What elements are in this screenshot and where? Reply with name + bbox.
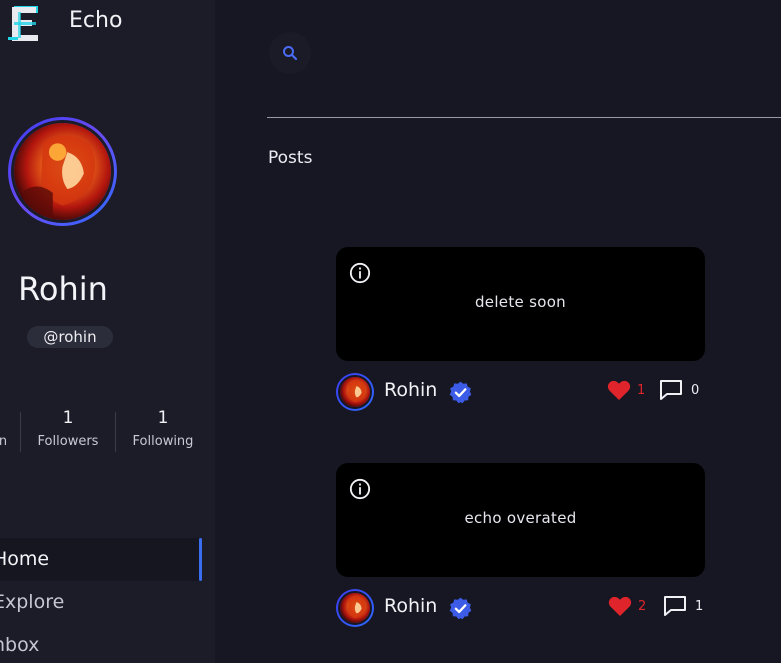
verified-badge-icon: [449, 597, 472, 620]
stat-following-value: 1: [157, 408, 169, 428]
echo-logo-icon[interactable]: [8, 4, 48, 44]
post-card[interactable]: delete soon: [336, 247, 705, 361]
stat-followers[interactable]: 1 Followers: [28, 408, 108, 449]
stat-posts[interactable]: n: [0, 408, 10, 449]
stat-followers-label: Followers: [37, 434, 99, 449]
like-button[interactable]: 1: [607, 379, 645, 401]
app-title: Echo: [69, 8, 123, 33]
profile-avatar[interactable]: [8, 117, 117, 226]
stat-posts-value: [0, 408, 10, 428]
stats-divider: [115, 412, 116, 452]
nav-item-label: Explore: [0, 591, 65, 613]
post-author[interactable]: Rohin: [384, 379, 437, 401]
verified-badge-icon: [449, 381, 472, 404]
info-icon[interactable]: [349, 262, 371, 284]
like-count: 1: [637, 382, 646, 398]
nav-item-inbox[interactable]: nbox: [0, 624, 215, 663]
nav-item-explore[interactable]: Explore: [0, 581, 215, 624]
author-avatar[interactable]: [336, 373, 374, 411]
post-item: echo overated Rohin 2 1: [336, 463, 705, 631]
stat-following-label: Following: [132, 434, 194, 449]
search-button[interactable]: [269, 32, 311, 74]
stat-posts-label: n: [0, 434, 8, 449]
post-meta: Rohin 1 0: [336, 371, 705, 415]
heart-icon: [607, 380, 631, 400]
profile-name: Rohin: [18, 270, 108, 308]
comment-icon: [660, 380, 682, 400]
nav-item-home[interactable]: Home: [0, 538, 202, 581]
sidebar-nav: Home Explore nbox: [0, 538, 215, 663]
nav-item-label: nbox: [0, 634, 40, 656]
info-icon[interactable]: [349, 478, 371, 500]
post-text: delete soon: [474, 293, 566, 311]
header-divider: [267, 117, 781, 118]
post-author[interactable]: Rohin: [384, 595, 437, 617]
sidebar: Echo Rohin @rohin n 1 Followers 1 Follow…: [0, 0, 215, 663]
comment-count: 1: [695, 598, 704, 614]
heart-icon: [608, 596, 632, 616]
profile-stats: n 1 Followers 1 Following: [0, 408, 215, 456]
comment-button[interactable]: 0: [659, 379, 699, 401]
like-button[interactable]: 2: [608, 595, 646, 617]
posts-section-title: Posts: [268, 148, 313, 168]
like-count: 2: [638, 598, 647, 614]
profile-handle: @rohin: [27, 326, 113, 348]
search-icon: [283, 46, 298, 61]
post-text: echo overated: [464, 509, 577, 527]
post-card[interactable]: echo overated: [336, 463, 705, 577]
stat-following[interactable]: 1 Following: [122, 408, 204, 449]
stats-divider: [20, 412, 21, 452]
author-avatar[interactable]: [336, 589, 374, 627]
comment-count: 0: [691, 382, 700, 398]
post-meta: Rohin 2 1: [336, 587, 705, 631]
post-item: delete soon Rohin 1 0: [336, 247, 705, 415]
stat-followers-value: 1: [62, 408, 74, 428]
nav-item-label: Home: [0, 548, 50, 570]
comment-icon: [664, 596, 686, 616]
comment-button[interactable]: 1: [663, 595, 703, 617]
